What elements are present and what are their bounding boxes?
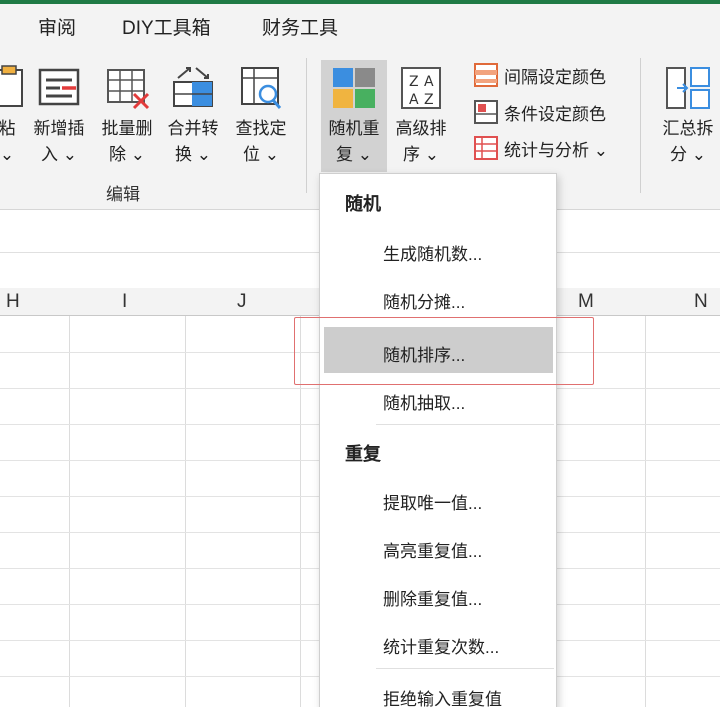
random-repeat-icon: [333, 68, 375, 108]
summary-split-label: 汇总拆 分 ⌄: [662, 119, 714, 164]
menu-item-random-extract[interactable]: 随机抽取...: [383, 389, 465, 414]
condition-color-label: 条件设定颜色: [504, 105, 606, 124]
advanced-sort-icon: Z A A Z: [401, 67, 441, 109]
svg-text:A: A: [409, 92, 419, 108]
ribbon-separator: [640, 58, 641, 193]
merge-convert-icon: [173, 67, 213, 107]
random-repeat-dropdown-menu: 随机 生成随机数... 随机分摊... 随机排序... 随机抽取... 重复 提…: [319, 173, 557, 707]
menu-item-count-duplicates[interactable]: 统计重复次数...: [383, 633, 499, 658]
tab-review[interactable]: 审阅: [38, 13, 76, 40]
tab-finance-tools[interactable]: 财务工具: [262, 13, 338, 40]
ribbon-separator: [306, 58, 307, 193]
grid-column-line: [645, 316, 646, 707]
batch-delete-label: 批量删 除 ⌄: [101, 119, 153, 164]
find-locate-label: 查找定 位 ⌄: [235, 119, 287, 164]
advanced-sort-label: 高级排 序 ⌄: [395, 119, 447, 164]
merge-convert-label: 合并转 换 ⌄: [167, 119, 219, 164]
menu-item-random-allocate[interactable]: 随机分摊...: [383, 288, 465, 313]
condition-color-icon: [474, 100, 498, 124]
tab-diy-toolbox[interactable]: DIY工具箱: [122, 13, 211, 40]
batch-delete-button[interactable]: 批量删 除 ⌄: [94, 60, 160, 172]
column-header-m[interactable]: M: [578, 291, 594, 313]
menu-heading-random: 随机: [345, 194, 381, 214]
insert-rows-icon: [38, 68, 80, 106]
ribbon-tabs: 审阅 DIY工具箱 财务工具: [0, 4, 720, 48]
interval-color-icon: [474, 63, 498, 87]
svg-text:A: A: [424, 74, 434, 90]
column-header-i[interactable]: I: [122, 291, 127, 313]
batch-delete-icon: [107, 69, 150, 110]
grid-column-line: [69, 316, 70, 707]
stats-analysis-icon: [474, 136, 498, 160]
column-header-n[interactable]: N: [694, 291, 708, 313]
advanced-sort-button[interactable]: Z A A Z 高级排 序 ⌄: [388, 60, 454, 172]
insert-rows-label: 新增插 入 ⌄: [33, 119, 85, 164]
svg-text:Z: Z: [424, 92, 434, 108]
column-header-h[interactable]: H: [6, 291, 20, 313]
random-repeat-button[interactable]: 随机重 复 ⌄: [321, 60, 387, 172]
stats-analysis-label: 统计与分析 ⌄: [504, 141, 608, 160]
grid-column-line: [185, 316, 186, 707]
find-locate-icon: [241, 67, 282, 109]
summary-split-icon: [666, 67, 710, 109]
highlight-callout-box: [294, 317, 594, 385]
menu-item-generate-random[interactable]: 生成随机数...: [383, 240, 482, 265]
svg-text:Z: Z: [409, 74, 419, 90]
random-repeat-label: 随机重 复 ⌄: [328, 119, 380, 164]
interval-color-label: 间隔设定颜色: [504, 68, 606, 87]
menu-separator: [376, 668, 554, 669]
merge-convert-button[interactable]: 合并转 换 ⌄: [160, 60, 226, 172]
menu-item-extract-unique[interactable]: 提取唯一值...: [383, 489, 482, 514]
group-label-edit: 编辑: [106, 185, 140, 204]
menu-item-highlight-duplicates[interactable]: 高亮重复值...: [383, 537, 482, 562]
find-locate-button[interactable]: 查找定 位 ⌄: [228, 60, 294, 172]
menu-item-delete-duplicates[interactable]: 删除重复值...: [383, 585, 482, 610]
column-header-j[interactable]: J: [237, 291, 247, 313]
menu-separator: [376, 424, 554, 425]
summary-split-button[interactable]: 汇总拆 分 ⌄: [655, 60, 720, 172]
insert-rows-button[interactable]: 新增插 入 ⌄: [26, 60, 92, 172]
menu-item-reject-duplicate-input[interactable]: 拒绝输入重复值: [383, 685, 502, 707]
menu-heading-repeat: 重复: [345, 444, 381, 464]
